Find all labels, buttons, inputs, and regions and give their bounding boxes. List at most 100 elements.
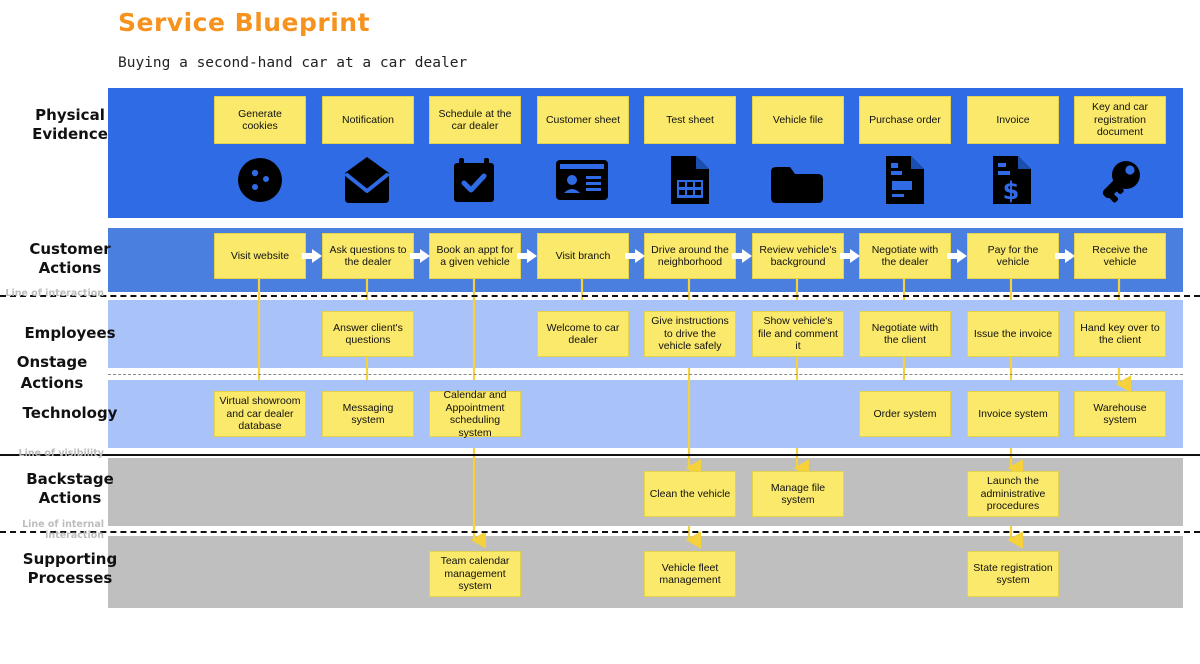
- note-label: Visit website: [230, 249, 290, 262]
- band-label-line2: Processes: [27, 569, 113, 587]
- onstage-label-line2: Actions: [20, 374, 84, 392]
- note-label: Invoice system: [978, 407, 1048, 420]
- customer-action-note[interactable]: Review vehicle's background: [752, 233, 844, 279]
- note-label: Virtual showroom and car dealer database: [219, 395, 301, 433]
- band-label-line1: Backstage: [26, 470, 114, 488]
- band-label-line1: Supporting: [22, 550, 118, 568]
- employee-action-note[interactable]: Answer client's questions: [322, 311, 414, 357]
- physical-evidence-note[interactable]: Invoice: [967, 96, 1059, 144]
- employee-action-note[interactable]: Show vehicle's file and comment it: [752, 311, 844, 357]
- onstage-actions-label: Onstage Actions: [0, 352, 104, 394]
- band-label-line2: Evidence: [32, 125, 108, 143]
- band-label-customer-actions: Customer Actions: [10, 240, 130, 278]
- band-label-supporting-processes: Supporting Processes: [10, 550, 130, 588]
- backstage-action-note[interactable]: Clean the vehicle: [644, 471, 736, 517]
- line-of-visibility-label: Line of visibility: [0, 448, 104, 459]
- note-label: Visit branch: [555, 249, 611, 262]
- note-label: Clean the vehicle: [649, 487, 731, 500]
- technology-note[interactable]: Virtual showroom and car dealer database: [214, 391, 306, 437]
- envelope-icon: [341, 152, 393, 208]
- technology-note[interactable]: Invoice system: [967, 391, 1059, 437]
- key-icon: [1092, 152, 1150, 208]
- physical-evidence-note[interactable]: Customer sheet: [537, 96, 629, 144]
- note-label: Test sheet: [666, 113, 714, 126]
- employee-action-note[interactable]: Hand key over to the client: [1074, 311, 1166, 357]
- employee-action-note[interactable]: Give instructions to drive the vehicle s…: [644, 311, 736, 357]
- note-label: Ask questions to the dealer: [329, 243, 407, 269]
- invoice-dollar-icon: $: [987, 152, 1037, 208]
- customer-action-note[interactable]: Negotiate with the dealer: [859, 233, 951, 279]
- customer-action-note[interactable]: Ask questions to the dealer: [322, 233, 414, 279]
- band-label-line2: Actions: [38, 259, 102, 277]
- physical-evidence-note[interactable]: Vehicle file: [752, 96, 844, 144]
- technology-note[interactable]: Warehouse system: [1074, 391, 1166, 437]
- customer-action-note[interactable]: Book an appt for a given vehicle: [429, 233, 521, 279]
- employee-action-note[interactable]: Issue the invoice: [967, 311, 1059, 357]
- note-label: Schedule at the car dealer: [438, 107, 512, 133]
- supporting-process-note[interactable]: State registration system: [967, 551, 1059, 597]
- spreadsheet-icon: [665, 152, 715, 208]
- backstage-action-note[interactable]: Manage file system: [752, 471, 844, 517]
- employee-action-note[interactable]: Welcome to car dealer: [537, 311, 629, 357]
- svg-text:$: $: [1003, 177, 1020, 205]
- note-label: Messaging system: [342, 401, 394, 427]
- physical-evidence-note[interactable]: Purchase order: [859, 96, 951, 144]
- note-label: Receive the vehicle: [1092, 243, 1148, 269]
- band-label-text: Employees: [24, 324, 116, 342]
- customer-action-note[interactable]: Pay for the vehicle: [967, 233, 1059, 279]
- physical-evidence-note[interactable]: Notification: [322, 96, 414, 144]
- note-label: State registration system: [973, 561, 1053, 587]
- line-label-text: Line of interaction: [5, 288, 104, 299]
- physical-evidence-note[interactable]: Generate cookies: [214, 96, 306, 144]
- page-subtitle: Buying a second-hand car at a car dealer: [118, 55, 468, 71]
- customer-action-note[interactable]: Receive the vehicle: [1074, 233, 1166, 279]
- line-of-internal-interaction-rule: [0, 531, 1200, 533]
- customer-action-note[interactable]: Visit website: [214, 233, 306, 279]
- page-header: Service Blueprint Buying a second-hand c…: [118, 8, 467, 71]
- note-label: Team calendar management system: [440, 555, 510, 593]
- folder-icon: [768, 162, 826, 206]
- supporting-process-note[interactable]: Team calendar management system: [429, 551, 521, 597]
- page-title: Service Blueprint: [118, 8, 371, 37]
- note-label: Invoice: [996, 113, 1030, 126]
- note-label: Negotiate with the client: [871, 321, 939, 347]
- line-label-text: Line of visibility: [18, 448, 104, 459]
- customer-action-note[interactable]: Drive around the neighborhood: [644, 233, 736, 279]
- customer-action-note[interactable]: Visit branch: [537, 233, 629, 279]
- backstage-action-note[interactable]: Launch the administrative procedures: [967, 471, 1059, 517]
- note-label: Show vehicle's file and comment it: [758, 315, 838, 353]
- note-label: Issue the invoice: [973, 327, 1053, 340]
- physical-evidence-note[interactable]: Schedule at the car dealer: [429, 96, 521, 144]
- note-label: Negotiate with the dealer: [871, 243, 939, 269]
- cookie-icon: [234, 152, 286, 208]
- physical-evidence-note[interactable]: Key and car registration document: [1074, 96, 1166, 144]
- note-label: Give instructions to drive the vehicle s…: [651, 315, 729, 353]
- line-of-interaction-label: Line of interaction: [0, 288, 104, 299]
- note-label: Welcome to car dealer: [546, 321, 620, 347]
- line-label-text2: interaction: [45, 530, 104, 541]
- note-label: Generate cookies: [238, 107, 282, 133]
- note-label: Customer sheet: [545, 113, 621, 126]
- technology-note[interactable]: Messaging system: [322, 391, 414, 437]
- onstage-internal-rule: [108, 374, 1183, 375]
- note-label: Warehouse system: [1093, 401, 1147, 427]
- band-label-employees: Employees: [10, 324, 130, 343]
- band-label-text: Technology: [22, 404, 118, 422]
- note-label: Key and car registration document: [1091, 101, 1149, 139]
- note-label: Book an appt for a given vehicle: [436, 243, 514, 269]
- technology-note[interactable]: Order system: [859, 391, 951, 437]
- band-label-physical-evidence: Physical Evidence: [10, 106, 130, 144]
- note-label: Purchase order: [869, 113, 941, 126]
- supporting-process-note[interactable]: Vehicle fleet management: [644, 551, 736, 597]
- note-label: Calendar and Appointment scheduling syst…: [443, 389, 507, 439]
- band-label-technology: Technology: [10, 404, 130, 423]
- note-label: Vehicle file: [772, 113, 824, 126]
- onstage-label-line1: Onstage: [16, 353, 88, 371]
- physical-evidence-note[interactable]: Test sheet: [644, 96, 736, 144]
- employee-action-note[interactable]: Negotiate with the client: [859, 311, 951, 357]
- note-label: Drive around the neighborhood: [651, 243, 729, 269]
- technology-note[interactable]: Calendar and Appointment scheduling syst…: [429, 389, 521, 439]
- note-label: Hand key over to the client: [1080, 321, 1160, 347]
- note-label: Order system: [873, 407, 937, 420]
- note-label: Notification: [342, 113, 394, 126]
